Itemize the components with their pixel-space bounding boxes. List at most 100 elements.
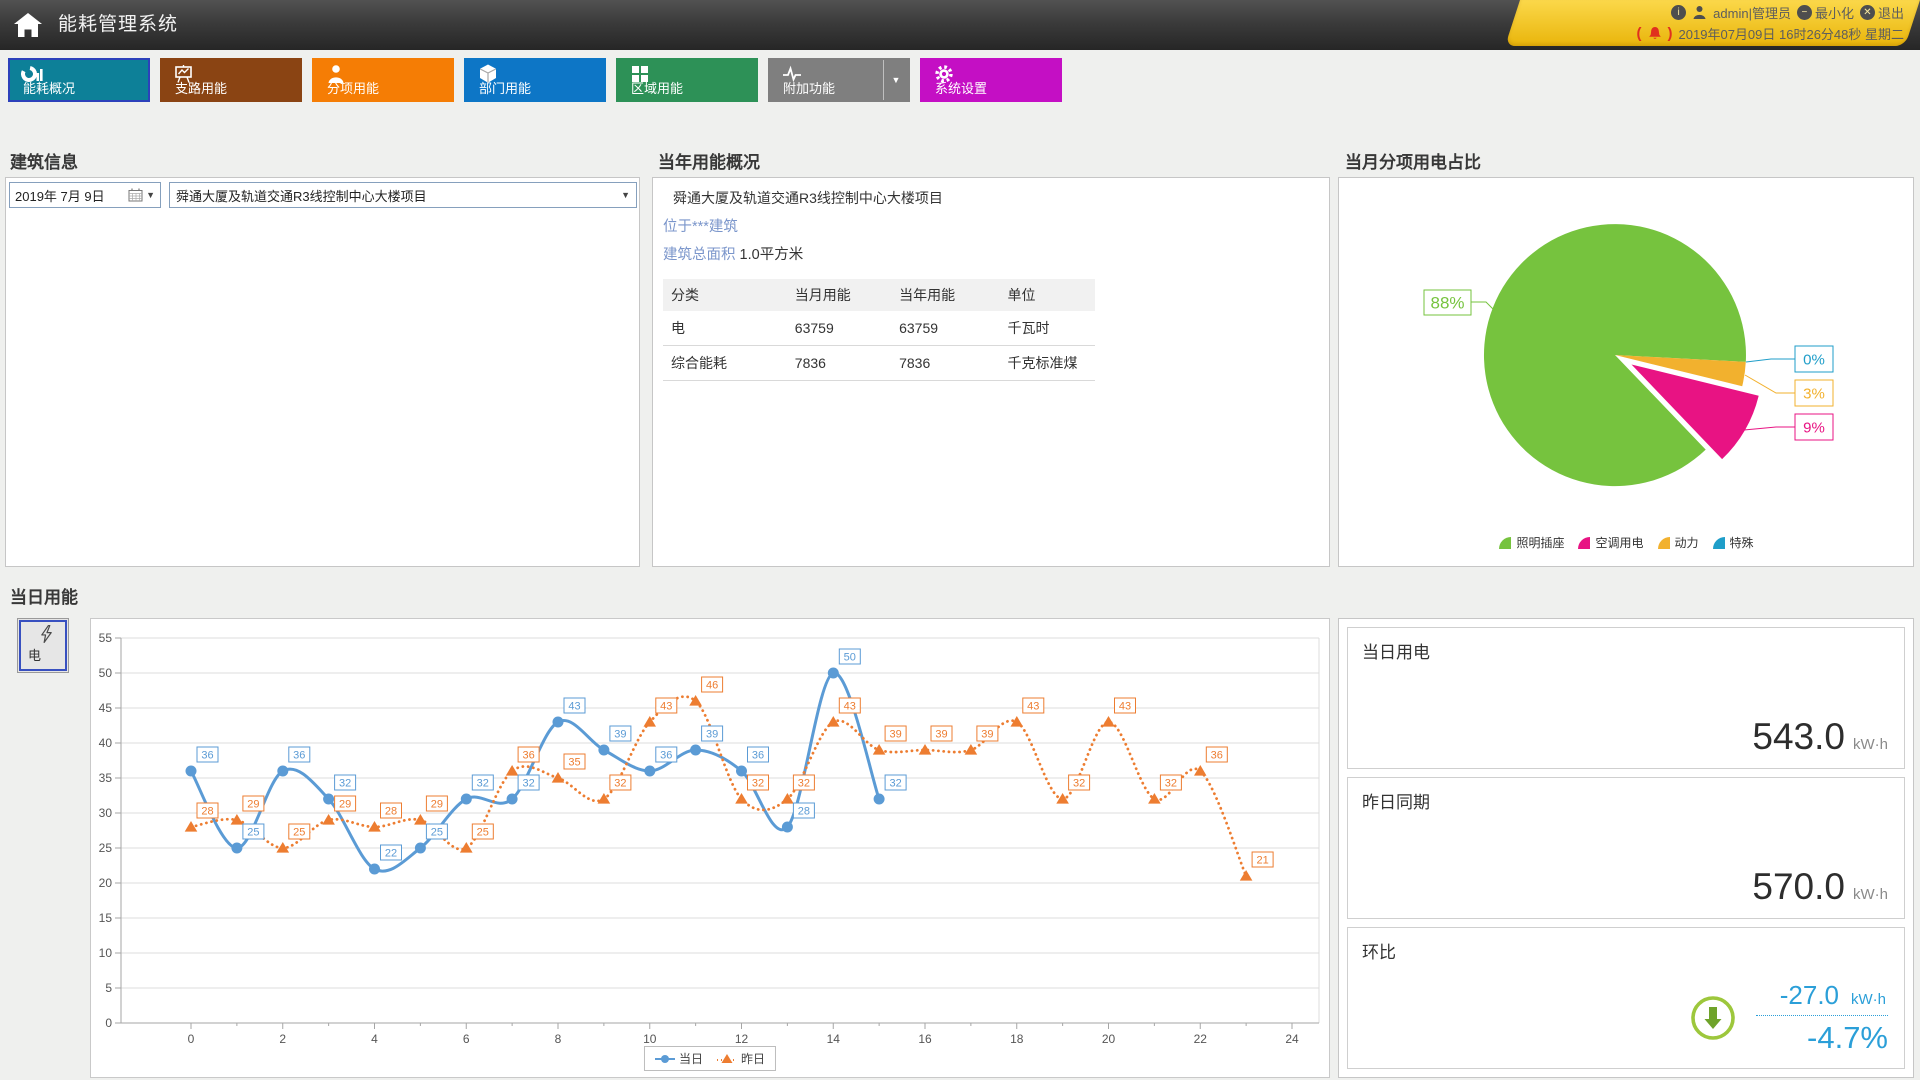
table-cell: 电 bbox=[663, 311, 787, 346]
project-select[interactable]: 舜通大厦及轨道交通R3线控制中心大楼项目 ▼ bbox=[169, 182, 637, 208]
date-picker[interactable]: 2019年 7月 9日 ▼ bbox=[9, 182, 161, 208]
yesterday-usage-value: 570.0 bbox=[1752, 866, 1845, 908]
table-cell: 千克标准煤 bbox=[999, 346, 1095, 381]
pie-slice-0[interactable] bbox=[1484, 224, 1746, 486]
data-label: 36 bbox=[752, 750, 764, 762]
table-cell: 63759 bbox=[787, 311, 891, 346]
data-label: 43 bbox=[660, 701, 672, 713]
data-label: 29 bbox=[339, 799, 351, 811]
pie-legend-marker-icon bbox=[1712, 536, 1726, 550]
user-ribbon: i admin|管理员 − 最小化 ✕ 退出 ( bbox=[1540, 0, 1920, 46]
toolbar-item-energy-overview[interactable]: 能耗概况 bbox=[8, 58, 150, 102]
pie-legend-item[interactable]: 动力 bbox=[1657, 534, 1699, 551]
ratio-card: 环比 -27.0 kW·h -4.7% bbox=[1347, 927, 1905, 1069]
line-legend-item[interactable]: 当日 bbox=[655, 1050, 703, 1067]
data-point bbox=[186, 766, 197, 777]
data-label: 32 bbox=[614, 778, 626, 790]
x-axis-tick-label: 16 bbox=[918, 1032, 932, 1046]
data-label: 36 bbox=[522, 750, 534, 762]
ratio-delta-unit: kW·h bbox=[1851, 991, 1886, 1008]
toolbar-item-system-settings[interactable]: 系统设置 bbox=[920, 58, 1062, 102]
data-label: 25 bbox=[247, 827, 259, 839]
location-link[interactable]: 位于***建筑 bbox=[663, 215, 1329, 236]
table-cell: 千瓦时 bbox=[999, 311, 1095, 346]
area-value: 1.0平方米 bbox=[740, 247, 804, 263]
table-header: 当月用能 bbox=[787, 279, 891, 311]
app-title: 能耗管理系统 bbox=[58, 0, 178, 50]
x-axis-tick-label: 6 bbox=[463, 1032, 470, 1046]
toolbar-item-department-energy[interactable]: 部门用能 bbox=[464, 58, 606, 102]
data-point bbox=[507, 794, 518, 805]
data-point bbox=[1194, 765, 1207, 776]
data-label: 25 bbox=[293, 827, 305, 839]
pie-legend-marker-icon bbox=[1657, 536, 1671, 550]
lightning-icon bbox=[39, 624, 54, 644]
data-label: 39 bbox=[981, 729, 993, 741]
data-label: 46 bbox=[706, 680, 718, 692]
line-legend-item[interactable]: 昨日 bbox=[717, 1050, 765, 1067]
energy-type-electric-inner: 电 bbox=[19, 620, 67, 671]
pie-legend-item[interactable]: 照明插座 bbox=[1498, 534, 1564, 551]
data-label: 43 bbox=[1119, 701, 1131, 713]
data-label: 32 bbox=[1073, 778, 1085, 790]
user-label: admin|管理员 bbox=[1713, 3, 1791, 22]
year-overview-panel: 舜通大厦及轨道交通R3线控制中心大楼项目 位于***建筑 建筑总面积 1.0平方… bbox=[652, 177, 1330, 567]
minimize-button[interactable]: − 最小化 bbox=[1797, 3, 1854, 22]
data-point bbox=[736, 766, 747, 777]
project-name: 舜通大厦及轨道交通R3线控制中心大楼项目 bbox=[673, 188, 1329, 208]
x-axis-tick-label: 22 bbox=[1194, 1032, 1208, 1046]
data-label: 25 bbox=[477, 827, 489, 839]
data-point bbox=[782, 822, 793, 833]
data-label: 36 bbox=[660, 750, 672, 762]
toolbar-item-extra-functions[interactable]: 附加功能▼ bbox=[768, 58, 910, 102]
energy-type-label: 电 bbox=[28, 645, 41, 664]
toolbar-item-label: 支路用能 bbox=[175, 78, 227, 97]
x-axis-tick-label: 18 bbox=[1010, 1032, 1024, 1046]
pie-legend-item[interactable]: 空调用电 bbox=[1577, 534, 1643, 551]
table-cell: 7836 bbox=[891, 346, 999, 381]
data-point bbox=[506, 765, 519, 776]
y-axis-tick-label: 20 bbox=[99, 876, 113, 890]
data-label: 39 bbox=[706, 729, 718, 741]
data-label: 32 bbox=[798, 778, 810, 790]
logout-button[interactable]: ✕ 退出 bbox=[1860, 3, 1904, 22]
alarm-bell-icon[interactable] bbox=[1648, 26, 1662, 41]
data-point bbox=[828, 668, 839, 679]
data-label: 50 bbox=[844, 652, 856, 664]
table-cell: 综合能耗 bbox=[663, 346, 787, 381]
data-label: 35 bbox=[568, 757, 580, 769]
pie-legend: 照明插座空调用电动力特殊 bbox=[1339, 534, 1913, 551]
building-info-panel: 2019年 7月 9日 ▼ 舜通大厦及轨道交通R3线控制中心大楼项目 ▼ bbox=[5, 177, 640, 567]
pie-legend-label: 照明插座 bbox=[1516, 534, 1564, 551]
line-legend-label: 当日 bbox=[679, 1050, 703, 1067]
x-axis-tick-label: 10 bbox=[643, 1032, 657, 1046]
user-icon bbox=[1692, 5, 1707, 20]
data-label: 32 bbox=[477, 778, 489, 790]
area-label[interactable]: 建筑总面积 bbox=[663, 247, 736, 263]
energy-type-electric-button[interactable]: 电 bbox=[17, 618, 69, 673]
toolbar-item-branch-energy[interactable]: 支路用能 bbox=[160, 58, 302, 102]
pie-label: 9% bbox=[1803, 419, 1825, 436]
chevron-down-icon[interactable]: ▼ bbox=[883, 60, 908, 100]
pie-label: 3% bbox=[1803, 385, 1825, 402]
series-line-0 bbox=[191, 673, 879, 871]
toolbar-item-label: 系统设置 bbox=[935, 78, 987, 97]
toolbar-item-label: 能耗概况 bbox=[23, 78, 75, 97]
today-usage-value: 543.0 bbox=[1752, 716, 1845, 758]
data-point bbox=[369, 864, 380, 875]
x-axis-tick-label: 24 bbox=[1285, 1032, 1299, 1046]
ratio-label: 环比 bbox=[1362, 938, 1396, 963]
daily-summary-panel: 当日用电 543.0 kW·h 昨日同期 570.0 kW·h 环比 bbox=[1338, 618, 1914, 1078]
data-label: 43 bbox=[844, 701, 856, 713]
toolbar-item-area-energy[interactable]: 区域用能 bbox=[616, 58, 758, 102]
toolbar-item-subitem-energy[interactable]: 分项用能 bbox=[312, 58, 454, 102]
area-line: 建筑总面积 1.0平方米 bbox=[663, 243, 1329, 264]
info-icon[interactable]: i bbox=[1671, 5, 1686, 20]
pie-legend-item[interactable]: 特殊 bbox=[1712, 534, 1754, 551]
y-axis-tick-label: 35 bbox=[99, 771, 113, 785]
data-label: 36 bbox=[293, 750, 305, 762]
calendar-icon bbox=[128, 188, 143, 202]
home-button[interactable] bbox=[12, 9, 44, 41]
data-point bbox=[690, 745, 701, 756]
data-point bbox=[1102, 716, 1115, 727]
